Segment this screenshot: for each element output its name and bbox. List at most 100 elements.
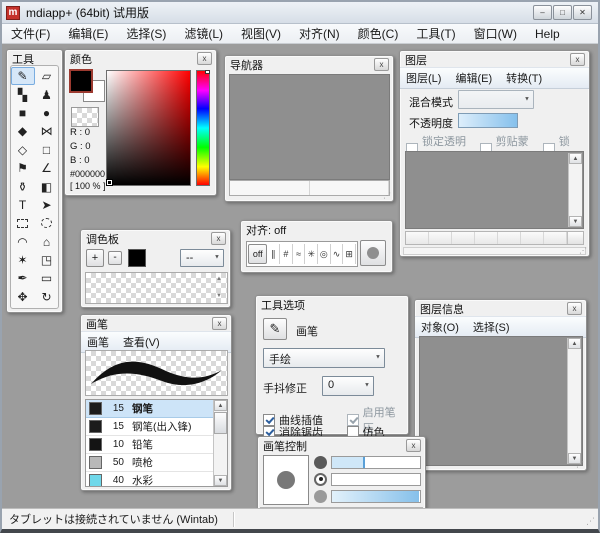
- curve-snap-icon[interactable]: ∿: [331, 244, 344, 264]
- palette-add-button[interactable]: +: [86, 249, 104, 267]
- tool-rect-select[interactable]: [11, 214, 35, 232]
- resize-grip[interactable]: ⋰: [383, 191, 391, 200]
- palette-preset-dropdown[interactable]: --▼: [180, 249, 224, 267]
- layer-list-scrollbar[interactable]: ▲ ▼: [568, 153, 582, 227]
- size-pressure-toggle[interactable]: [314, 456, 327, 469]
- tool-transform[interactable]: ◳: [35, 251, 59, 269]
- saturation-value-picker[interactable]: [106, 70, 191, 186]
- menu-file[interactable]: 文件(F): [2, 23, 59, 44]
- palette-scrollbar[interactable]: ▲ ▼: [212, 274, 226, 302]
- tool-ruler[interactable]: ▭: [35, 269, 59, 287]
- draw-mode-dropdown[interactable]: 手绘▼: [263, 348, 385, 368]
- tool-stamp[interactable]: ♟: [35, 85, 59, 103]
- tool-fill-rect[interactable]: ■: [11, 104, 35, 122]
- navigator-angle-cell[interactable]: [310, 181, 390, 195]
- tool-eraser[interactable]: ▱: [35, 67, 59, 85]
- scroll-up-icon[interactable]: ▲: [568, 338, 581, 349]
- tool-eyedropper[interactable]: ✒: [11, 269, 35, 287]
- brush-row-watercolor[interactable]: 40 水彩: [86, 472, 227, 487]
- perspective-snap-icon[interactable]: ⊞: [343, 244, 356, 264]
- tool-text[interactable]: T: [11, 196, 35, 214]
- layer-toolbar-corner-button[interactable]: [567, 232, 583, 244]
- concentric-snap-icon[interactable]: ◎: [318, 244, 331, 264]
- tool-ellipse-select[interactable]: [35, 214, 59, 232]
- navigator-zoom-cell[interactable]: [230, 181, 310, 195]
- navigator-viewport[interactable]: [229, 74, 390, 180]
- snap-off-button[interactable]: off: [248, 244, 267, 264]
- tool-rotate-view[interactable]: ↻: [35, 288, 59, 306]
- palette-current-swatch[interactable]: [128, 249, 146, 267]
- current-tool-button[interactable]: ✎: [263, 318, 287, 340]
- resize-grip[interactable]: ⋰: [586, 516, 595, 527]
- maximize-button[interactable]: □: [553, 5, 572, 20]
- brush-menu-brush[interactable]: 画笔: [81, 332, 117, 352]
- layer-toolbar-button[interactable]: [452, 232, 475, 244]
- tool-symmetry[interactable]: ⋈: [35, 122, 59, 140]
- palette-swatch-area[interactable]: ▲ ▼: [85, 272, 228, 304]
- close-icon[interactable]: x: [197, 52, 212, 65]
- resize-grip[interactable]: ⋰: [576, 460, 584, 469]
- close-icon[interactable]: x: [374, 58, 389, 71]
- scroll-up-icon[interactable]: ▲: [212, 274, 226, 285]
- tool-closed-curve[interactable]: ◇: [11, 141, 35, 159]
- close-icon[interactable]: x: [212, 317, 227, 330]
- vanishing-point-snap-icon[interactable]: ✳: [305, 244, 318, 264]
- hue-slider[interactable]: [196, 70, 210, 186]
- tool-polygon-lasso[interactable]: ⌂: [35, 233, 59, 251]
- menu-edit[interactable]: 编辑(E): [59, 23, 117, 44]
- size-slider[interactable]: [331, 456, 421, 469]
- layer-toolbar-button[interactable]: [475, 232, 498, 244]
- scroll-up-icon[interactable]: ▲: [214, 400, 227, 411]
- tool-pen[interactable]: ✎: [11, 67, 35, 85]
- scroll-down-icon[interactable]: ▼: [569, 216, 582, 227]
- menu-window[interactable]: 窗口(W): [465, 23, 526, 44]
- blend-mode-dropdown[interactable]: ▼: [458, 90, 534, 109]
- layer-toolbar-button[interactable]: [521, 232, 544, 244]
- brush-row-pen[interactable]: 15 钢笔: [86, 400, 227, 418]
- brush-row-pen-taper[interactable]: 15 钢笔(出入锋): [86, 418, 227, 436]
- density-pressure-toggle[interactable]: [314, 490, 327, 503]
- layers-menu-edit[interactable]: 编辑(E): [449, 68, 500, 88]
- close-button[interactable]: ✕: [573, 5, 592, 20]
- tool-pixel-pen[interactable]: ▚: [11, 85, 35, 103]
- opacity-slider[interactable]: [458, 113, 518, 128]
- layers-menu-layer[interactable]: 图层(L): [400, 68, 449, 88]
- tool-gradient[interactable]: ◧: [35, 177, 59, 195]
- tool-fill-ellipse[interactable]: ●: [35, 104, 59, 122]
- menu-color[interactable]: 颜色(C): [349, 23, 408, 44]
- close-icon[interactable]: x: [211, 232, 226, 245]
- close-icon[interactable]: x: [406, 439, 421, 452]
- opacity-slider[interactable]: [331, 473, 421, 486]
- layer-info-scrollbar[interactable]: ▲ ▼: [567, 338, 581, 464]
- tool-magic-wand[interactable]: ✶: [11, 251, 35, 269]
- wave-snap-icon[interactable]: ≈: [293, 244, 306, 264]
- close-icon[interactable]: x: [570, 53, 585, 66]
- transparent-color-swatch[interactable]: [71, 107, 99, 127]
- layer-toolbar-button[interactable]: [498, 232, 521, 244]
- density-slider[interactable]: [331, 490, 421, 503]
- brush-menu-view[interactable]: 查看(V): [117, 332, 168, 352]
- brush-row-airbrush[interactable]: 50 喷枪: [86, 454, 227, 472]
- tool-move[interactable]: ➤: [35, 196, 59, 214]
- tool-rect-outline[interactable]: □: [35, 141, 59, 159]
- menu-select[interactable]: 选择(S): [117, 23, 175, 44]
- resize-grip[interactable]: ⋰: [579, 246, 587, 255]
- close-icon[interactable]: x: [567, 302, 582, 315]
- layer-toolbar-button[interactable]: [544, 232, 567, 244]
- layer-info-menu-select[interactable]: 选择(S): [467, 317, 518, 337]
- layers-menu-convert[interactable]: 转换(T): [500, 68, 550, 88]
- stabilizer-dropdown[interactable]: 0▼: [322, 376, 374, 396]
- scrollbar-thumb[interactable]: [214, 412, 227, 434]
- menu-filter[interactable]: 滤镜(L): [175, 23, 232, 44]
- tool-polyline[interactable]: ∠: [35, 159, 59, 177]
- layer-info-menu-object[interactable]: 对象(O): [415, 317, 467, 337]
- menu-tool[interactable]: 工具(T): [407, 23, 464, 44]
- layer-toolbar-button[interactable]: [429, 232, 452, 244]
- tool-bucket-fill[interactable]: ⚱: [11, 177, 35, 195]
- tool-curve-pen[interactable]: ⚑: [11, 159, 35, 177]
- palette-remove-button[interactable]: -: [108, 251, 122, 265]
- layer-toolbar-button[interactable]: [406, 232, 429, 244]
- foreground-color-swatch[interactable]: [69, 69, 93, 93]
- scroll-down-icon[interactable]: ▼: [214, 475, 227, 486]
- opacity-pressure-toggle[interactable]: [314, 473, 327, 486]
